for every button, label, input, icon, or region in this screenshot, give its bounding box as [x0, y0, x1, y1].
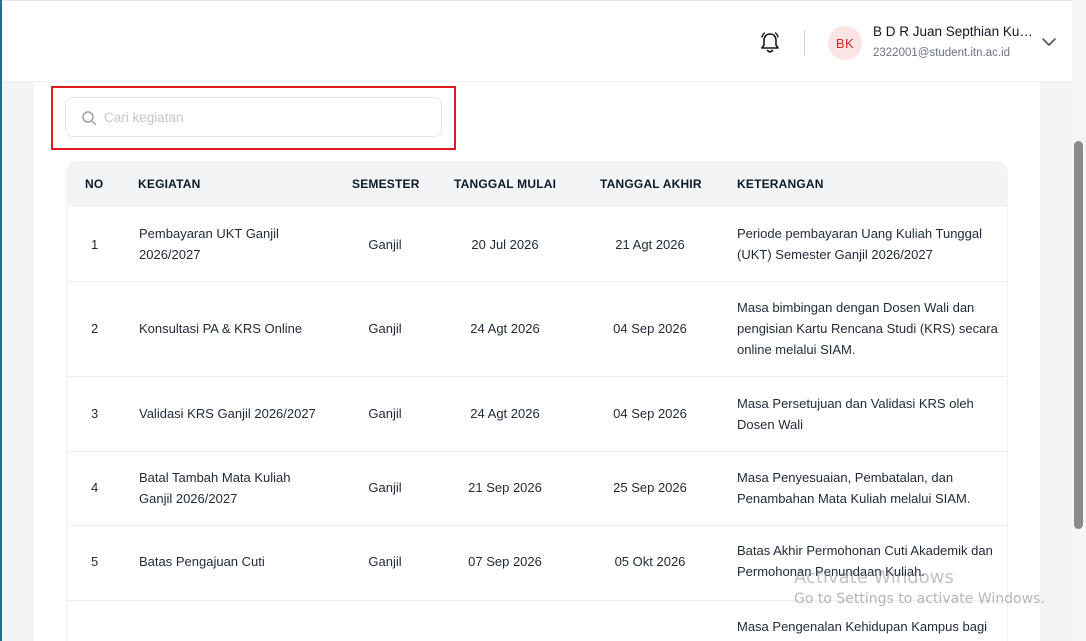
- avatar[interactable]: BK: [828, 26, 862, 60]
- bell-icon[interactable]: [759, 31, 781, 55]
- cell-tanggal-akhir: 05 Okt 2026: [614, 554, 686, 569]
- cell-tanggal-mulai: 24 Agt 2026: [470, 406, 540, 421]
- cell-semester: Ganjil: [368, 237, 402, 252]
- cell-tanggal-akhir: 25 Sep 2026: [613, 480, 687, 495]
- cell-semester: Ganjil: [368, 554, 402, 569]
- header-divider: [804, 30, 805, 56]
- cell-kegiatan: Konsultasi PA & KRS Online: [139, 321, 303, 336]
- column-header-no: NO: [85, 177, 104, 191]
- table-header: NO KEGIATAN SEMESTER TANGGAL MULAI TANGG…: [66, 161, 1008, 207]
- cell-tanggal-mulai: 24 Agt 2026: [470, 321, 540, 336]
- cell-keterangan: Masa Persetujuan dan Validasi KRS oleh D…: [737, 396, 974, 432]
- activation-watermark-title: Activate Windows: [794, 567, 954, 588]
- cell-keterangan: Masa Pengenalan Kehidupan Kampus bagi: [737, 619, 988, 634]
- cell-keterangan: Periode pembayaran Uang Kuliah Tunggal (…: [737, 226, 983, 262]
- table-row: Masa Pengenalan Kehidupan Kampus bagi: [66, 601, 1008, 641]
- table-row: 5 Batas Pengajuan Cuti Ganjil 07 Sep 202…: [66, 526, 1008, 601]
- column-header-tanggal-mulai: TANGGAL MULAI: [454, 177, 557, 191]
- column-header-tanggal-akhir: TANGGAL AKHIR: [600, 177, 702, 191]
- cell-kegiatan: Pembayaran UKT Ganjil 2026/2027: [139, 226, 279, 262]
- cell-tanggal-akhir: 04 Sep 2026: [613, 321, 687, 336]
- cell-semester: Ganjil: [368, 406, 402, 421]
- window-left-edge: [0, 0, 2, 641]
- cell-no: 4: [91, 480, 99, 495]
- column-header-keterangan: KETERANGAN: [737, 177, 824, 191]
- avatar-initials: BK: [835, 35, 855, 51]
- cell-no: 2: [91, 321, 99, 336]
- cell-tanggal-mulai: 20 Jul 2026: [471, 237, 539, 252]
- table-row: 4 Batal Tambah Mata Kuliah Ganjil 2026/2…: [66, 452, 1008, 526]
- cell-semester: Ganjil: [368, 480, 402, 495]
- cell-no: 5: [91, 554, 99, 569]
- cell-tanggal-mulai: 07 Sep 2026: [468, 554, 542, 569]
- cell-no: 1: [91, 237, 99, 252]
- cell-kegiatan: Validasi KRS Ganjil 2026/2027: [139, 406, 316, 421]
- cell-kegiatan: Batal Tambah Mata Kuliah Ganjil 2026/202…: [139, 470, 291, 506]
- cell-no: 3: [91, 406, 99, 421]
- cell-tanggal-akhir: 04 Sep 2026: [613, 406, 687, 421]
- cell-semester: Ganjil: [368, 321, 402, 336]
- user-email: 2322001@student.itn.ac.id: [873, 47, 1010, 59]
- column-header-semester: SEMESTER: [352, 177, 420, 191]
- activation-watermark-subtitle: Go to Settings to activate Windows.: [794, 591, 1045, 607]
- table-row: 3 Validasi KRS Ganjil 2026/2027 Ganjil 2…: [66, 377, 1008, 452]
- cell-keterangan: Masa bimbingan dengan Dosen Wali dan pen…: [737, 300, 998, 357]
- column-header-kegiatan: KEGIATAN: [138, 177, 201, 191]
- chevron-down-icon[interactable]: [1041, 36, 1057, 48]
- top-bar: BK B D R Juan Septhian Kur... 2322001@st…: [2, 0, 1072, 82]
- table-row: 1 Pembayaran UKT Ganjil 2026/2027 Ganjil…: [66, 207, 1008, 282]
- table-row: 2 Konsultasi PA & KRS Online Ganjil 24 A…: [66, 282, 1008, 377]
- scrollbar-thumb[interactable]: [1074, 141, 1083, 529]
- cell-keterangan: Masa Penyesuaian, Pembatalan, dan Penamb…: [737, 470, 971, 506]
- cell-tanggal-mulai: 21 Sep 2026: [468, 480, 542, 495]
- cell-kegiatan: Batas Pengajuan Cuti: [139, 554, 265, 569]
- search-highlight-box: [51, 86, 456, 150]
- user-name[interactable]: B D R Juan Septhian Kur...: [873, 24, 1033, 39]
- cell-tanggal-akhir: 21 Agt 2026: [615, 237, 685, 252]
